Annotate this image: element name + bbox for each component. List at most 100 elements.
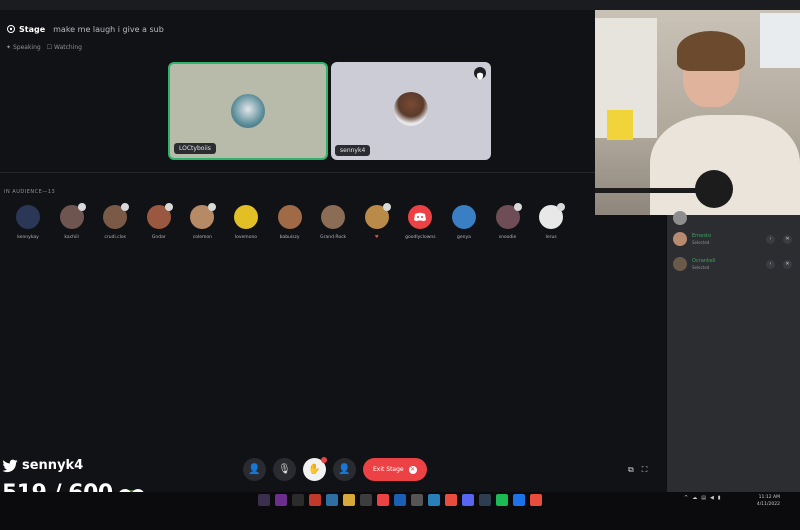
member-row[interactable]: Ocrankell Selected ‹ ✕ xyxy=(673,257,798,271)
taskbar-app-icon[interactable] xyxy=(479,494,491,506)
taskbar-app-icon[interactable] xyxy=(360,494,372,506)
stage-icon xyxy=(7,25,15,33)
add-person-icon: 👤 xyxy=(248,464,261,475)
hand-icon: ✋ xyxy=(308,464,321,475)
mic-button[interactable]: 🎙 xyxy=(273,458,296,481)
moderator-shield-icon xyxy=(474,67,486,80)
audience-member[interactable]: Grand.Rock xyxy=(313,205,353,240)
speaker-card-2[interactable]: sennyk4 xyxy=(331,62,491,160)
avatar xyxy=(321,205,346,229)
close-icon[interactable]: ✕ xyxy=(783,234,792,244)
taskbar-clock[interactable]: 11:12 AM 4/11/2022 xyxy=(752,494,780,508)
audience-list: kennykay kachiil crudi.clos Gndar colemo… xyxy=(8,203,575,240)
taskbar-app-icon[interactable] xyxy=(428,494,440,506)
microphone-icon: 🎙 xyxy=(278,464,291,475)
taskbar-app-icon[interactable] xyxy=(258,494,270,506)
avatar xyxy=(277,205,302,229)
audience-member[interactable]: snoodie xyxy=(488,203,528,240)
speaker-avatar-1 xyxy=(231,94,265,128)
popout-icon[interactable]: ⧉ xyxy=(628,465,634,475)
discord-logo-icon xyxy=(408,205,433,229)
member-row[interactable] xyxy=(673,211,798,225)
audience-member[interactable]: goodlyclowns xyxy=(400,205,440,240)
role-badge-icon xyxy=(557,203,566,211)
chevron-left-icon[interactable]: ‹ xyxy=(766,259,775,269)
audience-member[interactable]: crudi.clos xyxy=(95,203,135,240)
avatar xyxy=(673,232,687,246)
raise-hand-button[interactable]: ✋ xyxy=(303,457,327,481)
audience-member[interactable]: lovemono xyxy=(226,205,266,240)
taskbar-app-icon[interactable] xyxy=(343,494,355,506)
speaker-card-1[interactable]: LOCtyboiis xyxy=(168,62,328,160)
member-status: Selected xyxy=(692,265,710,270)
close-icon: ✕ xyxy=(408,465,417,474)
speaking-text: Speaking xyxy=(12,44,41,51)
person-down-icon: 👤 xyxy=(338,464,351,475)
stage-header: Stage make me laugh i give a sub xyxy=(6,24,164,34)
taskbar-app-icon[interactable] xyxy=(462,494,474,506)
fullscreen-icon[interactable]: ⛶ xyxy=(642,465,648,475)
audience-member[interactable]: babuiszy xyxy=(270,205,310,240)
chevron-left-icon[interactable]: ‹ xyxy=(766,234,775,244)
audience-member[interactable]: ♥ xyxy=(357,203,397,240)
volume-icon[interactable]: ◀ xyxy=(710,495,714,501)
audience-member[interactable]: Ierus xyxy=(531,203,571,240)
speaking-label: ✦ Speaking xyxy=(6,44,41,51)
audience-member[interactable]: genya xyxy=(444,205,484,240)
avatar xyxy=(16,205,40,229)
avatar xyxy=(451,205,476,229)
member-row[interactable]: Ernesto Selected ‹ ✕ xyxy=(673,232,798,246)
invite-button[interactable]: 👤 xyxy=(243,458,266,481)
exit-stage-label: Exit Stage xyxy=(373,466,404,473)
cloud-icon[interactable]: ☁ xyxy=(692,495,697,501)
audience-member[interactable]: kachiil xyxy=(52,203,92,240)
taskbar-app-icon[interactable] xyxy=(275,494,287,506)
audience-member[interactable]: colemon xyxy=(182,203,222,240)
speaker-avatar-2 xyxy=(394,92,428,126)
taskbar-app-icon[interactable] xyxy=(445,494,457,506)
stage-controls: 👤 🎙 ✋ 👤 Exit Stage ✕ xyxy=(243,457,427,481)
exit-stage-button[interactable]: Exit Stage ✕ xyxy=(363,458,427,481)
section-divider xyxy=(0,172,666,173)
clock-date: 4/11/2022 xyxy=(756,502,780,507)
member-status: Selected xyxy=(692,240,710,245)
speaker-name-2: sennyk4 xyxy=(335,145,371,156)
audience-member[interactable]: Gndar xyxy=(139,203,179,240)
role-badge-icon xyxy=(164,203,173,211)
watching-label: ☐ Watching xyxy=(47,44,82,51)
chevron-up-icon[interactable]: ^ xyxy=(684,495,688,501)
twitter-handle-text: sennyk4 xyxy=(22,458,84,473)
avatar xyxy=(233,205,258,229)
taskbar-app-icon[interactable] xyxy=(326,494,338,506)
stage-logo-text: Stage xyxy=(19,24,46,34)
mic-icon: ✦ xyxy=(6,44,12,51)
title-bar xyxy=(0,0,800,10)
taskbar-app-icon[interactable] xyxy=(309,494,321,506)
system-tray: ^ ☁ ▤ ◀ ▮ xyxy=(684,495,721,501)
notification-dot xyxy=(321,457,327,463)
person-icon: ☐ xyxy=(46,44,53,51)
role-badge-icon xyxy=(513,203,522,211)
taskbar-app-icon[interactable] xyxy=(513,494,525,506)
role-badge-icon xyxy=(121,203,130,211)
webcam-toy xyxy=(607,110,633,140)
view-controls: ⧉ ⛶ xyxy=(628,465,647,475)
avatar xyxy=(673,257,687,271)
network-icon[interactable]: ▤ xyxy=(701,495,706,501)
audience-member[interactable]: kennykay xyxy=(8,205,48,240)
taskbar-app-icon[interactable] xyxy=(377,494,389,506)
taskbar-app-icon[interactable] xyxy=(530,494,542,506)
twitter-handle-overlay: sennyk4 xyxy=(2,458,83,473)
role-badge-icon xyxy=(77,203,86,211)
stage-topic: make me laugh i give a sub xyxy=(53,24,164,34)
taskbar-app-icon[interactable] xyxy=(292,494,304,506)
twitter-bird-icon xyxy=(2,459,18,472)
battery-icon[interactable]: ▮ xyxy=(718,495,721,501)
taskbar-app-icon[interactable] xyxy=(394,494,406,506)
role-badge-icon xyxy=(208,203,217,211)
close-icon[interactable]: ✕ xyxy=(783,259,792,269)
taskbar-app-icon[interactable] xyxy=(411,494,423,506)
move-to-audience-button[interactable]: 👤 xyxy=(333,458,356,481)
watching-text: Watching xyxy=(54,44,82,51)
taskbar-app-icon[interactable] xyxy=(496,494,508,506)
